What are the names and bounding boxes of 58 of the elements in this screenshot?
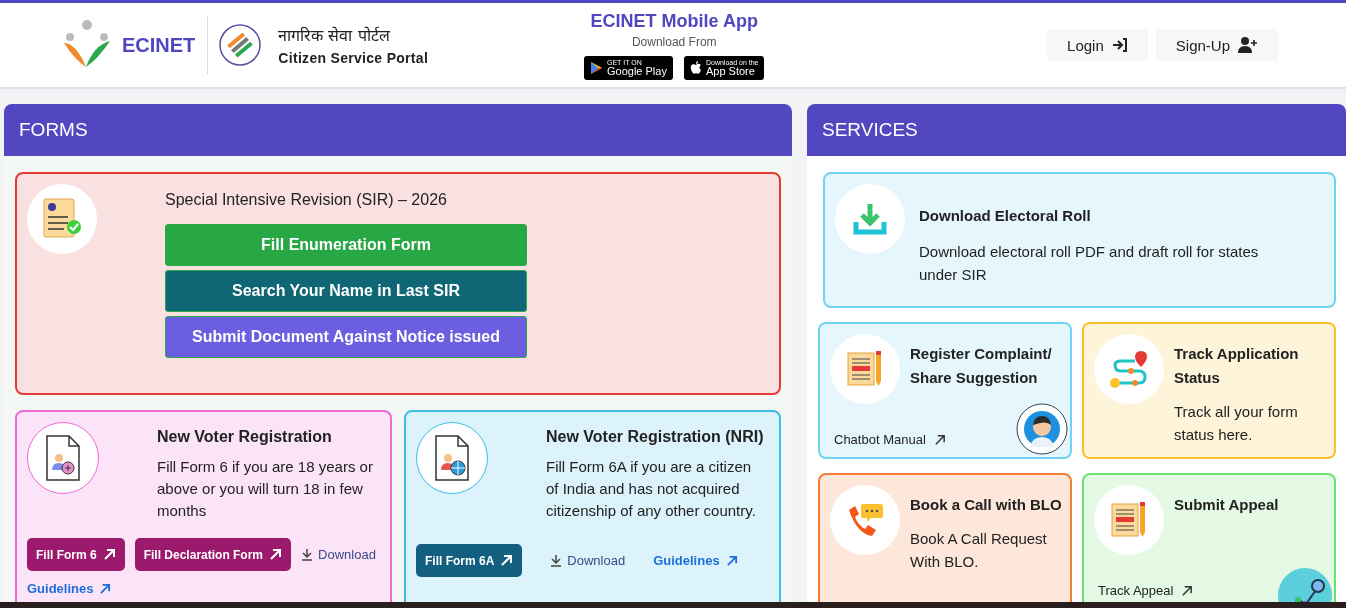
service-card[interactable]: Track Application Status Track all your form status here. xyxy=(1082,322,1336,459)
external-arrow-icon xyxy=(269,548,283,561)
fill-form-button[interactable]: Fill Declaration Form xyxy=(134,538,292,571)
service-title: Submit Appeal xyxy=(1174,495,1279,515)
external-arrow-icon xyxy=(725,554,738,567)
external-arrow-icon xyxy=(933,433,946,446)
card-description: Fill Form 6A if you are a citizen of India and has not acquired citizenship of any other country. xyxy=(546,457,757,521)
card-title: New Voter Registration xyxy=(157,428,333,446)
download-link[interactable]: Download xyxy=(550,553,626,568)
service-card[interactable]: Book a Call with BLO Book A Call Request With BLO. xyxy=(818,473,1072,602)
service-description: Book A Call Request With BLO. xyxy=(910,529,1048,572)
sir-title: Special Intensive Revision (SIR) – 2026 xyxy=(165,191,448,209)
panel-title: FORMS xyxy=(19,119,88,141)
card-title: New Voter Registration (NRI) xyxy=(546,428,765,446)
ballot-logo-icon xyxy=(218,23,263,67)
portal-title: Citizen Service Portal xyxy=(278,50,429,66)
download-link[interactable]: Download xyxy=(301,547,376,562)
service-link[interactable]: Track Appeal xyxy=(1098,583,1194,598)
route-pin-icon xyxy=(1109,349,1149,389)
service-card[interactable]: Register Complaint/ Share Suggestion Chatbot Manual xyxy=(818,322,1072,459)
service-link[interactable]: Chatbot Manual xyxy=(834,432,946,447)
brand-name: ECINET xyxy=(122,33,196,57)
document-pencil-icon xyxy=(846,349,884,389)
download-icon xyxy=(301,548,314,561)
service-title: Book a Call with BLO xyxy=(910,495,1063,515)
play-icon xyxy=(590,60,603,75)
service-card[interactable]: Download Electoral Roll Download electoral roll PDF and draft roll for states under SIR xyxy=(823,172,1336,308)
sir-action-button[interactable]: Submit Document Against Notice issued xyxy=(165,316,527,358)
document-pencil-icon xyxy=(1110,500,1148,540)
add-user-icon xyxy=(1238,37,1258,53)
external-arrow-icon xyxy=(500,554,514,567)
service-title: Download Electoral Roll xyxy=(919,206,1092,226)
guidelines-link[interactable]: Guidelines xyxy=(653,553,738,568)
service-title: Register Complaint/ Share Suggestion xyxy=(910,344,1053,388)
portal-title-hindi: नागरिक सेवा पोर्टल xyxy=(278,25,391,46)
external-arrow-icon xyxy=(99,582,112,595)
external-arrow-icon xyxy=(102,548,116,561)
service-description: Track all your form status here. xyxy=(1174,402,1299,445)
card-description: Fill Form 6 if you are 18 years or above or you will turn 18 in few months xyxy=(157,457,374,521)
guidelines-link[interactable]: Guidelines xyxy=(27,581,112,596)
download-tray-icon xyxy=(853,202,887,236)
sir-action-button[interactable]: Search Your Name in Last SIR xyxy=(165,270,527,312)
login-icon xyxy=(1111,38,1128,52)
service-card[interactable]: Submit Appeal Track Appeal xyxy=(1082,473,1336,602)
store-name: Google Play xyxy=(607,65,667,77)
fill-form-button[interactable]: Fill Form 6 xyxy=(27,538,125,571)
download-icon xyxy=(550,554,563,567)
apple-icon xyxy=(689,60,702,75)
store-name: App Store xyxy=(705,65,755,77)
service-title: Track Application Status xyxy=(1174,344,1300,388)
panel-title: SERVICES xyxy=(822,119,918,141)
login-button[interactable]: Login xyxy=(1047,29,1148,61)
app-subtitle: Download From xyxy=(631,34,717,49)
signup-button[interactable]: Sign-Up xyxy=(1155,29,1278,61)
fill-form-button[interactable]: Fill Form 6A xyxy=(416,544,523,577)
external-arrow-icon xyxy=(1181,584,1194,597)
service-description: Download electoral roll PDF and draft roll for states under SIR xyxy=(919,242,1259,285)
app-title: ECINET Mobile App xyxy=(590,10,758,32)
